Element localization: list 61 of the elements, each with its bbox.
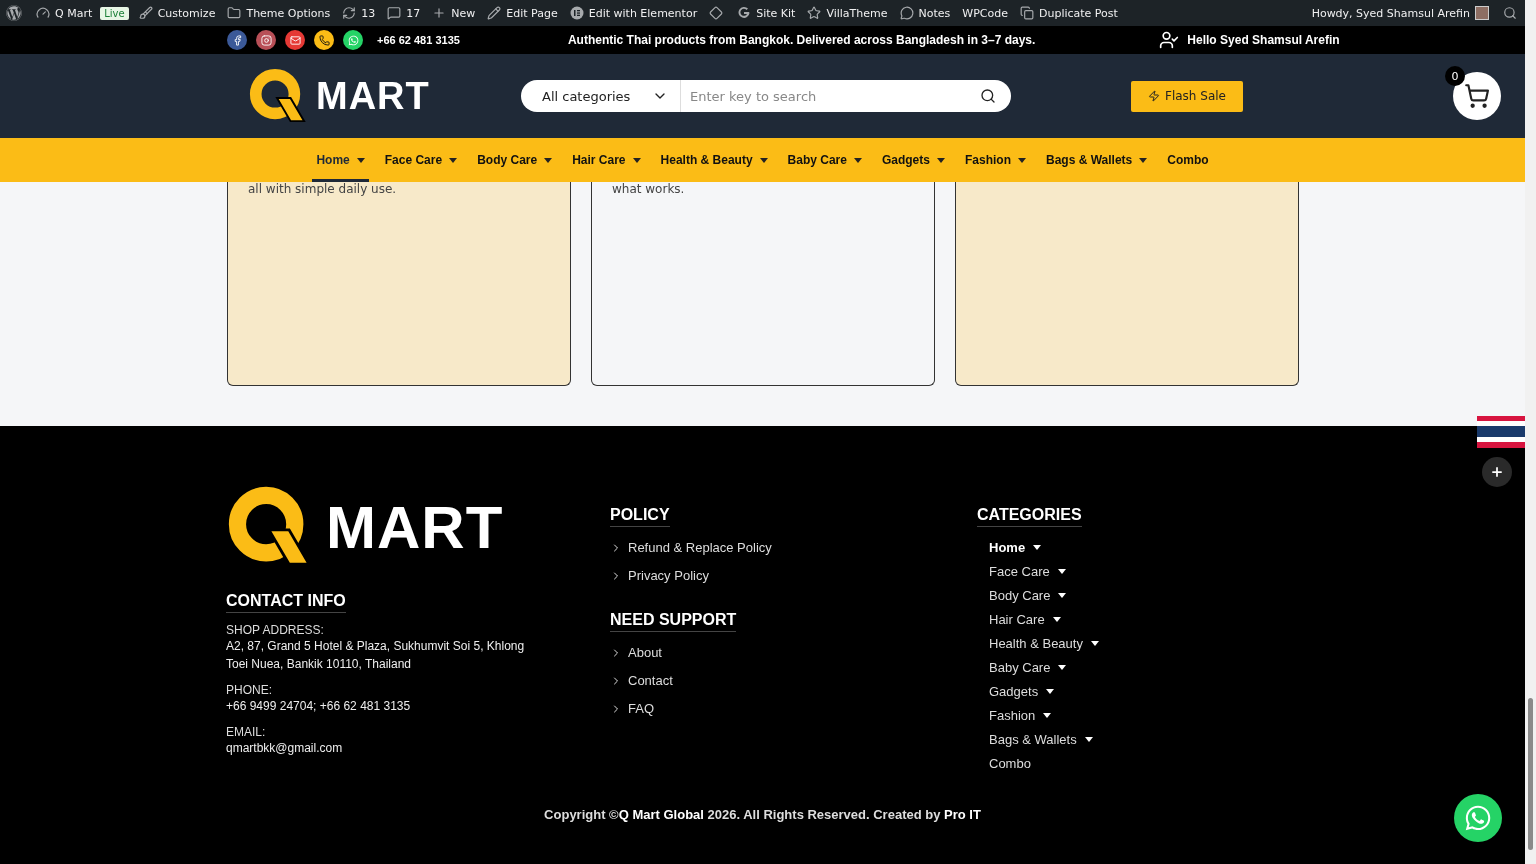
category-link[interactable]: Health & Beauty <box>977 631 1277 655</box>
category-link[interactable]: Bags & Wallets <box>977 727 1277 751</box>
admin-bar-item[interactable]: Edit with Elementor <box>569 6 698 20</box>
section-heading: POLICY <box>610 506 670 527</box>
nav-item[interactable]: Face Care <box>380 138 462 182</box>
contact-label: PHONE: <box>226 683 273 697</box>
category-link[interactable]: Body Care <box>977 583 1277 607</box>
nav-item[interactable]: Body Care <box>473 138 557 182</box>
category-link[interactable]: Home <box>977 535 1277 559</box>
contact-label: EMAIL: <box>226 725 267 739</box>
section-heading: CATEGORIES <box>977 506 1082 527</box>
admin-bar-item[interactable]: New <box>432 6 476 20</box>
contact-value: A2, 87, Grand 5 Hotel & Plaza, Sukhumvit Soi 5, Khlong Toei Nuea, Bankik 10110, Thailand <box>226 638 526 673</box>
live-badge: Live <box>100 6 129 20</box>
section-heading: CONTACT INFO <box>226 592 346 613</box>
footer-link[interactable]: About <box>610 645 977 660</box>
category-link[interactable]: Hair Care <box>977 607 1277 631</box>
category-link[interactable]: Face Care <box>977 559 1277 583</box>
copyright: Copyright ©Q Mart Global 2026. All Rights Reserved. Created by Pro IT <box>544 807 981 822</box>
admin-bar-item[interactable]: VillaTheme <box>807 6 888 20</box>
flash-sale-button[interactable]: Flash Sale <box>1131 80 1243 112</box>
nav-item[interactable]: Combo <box>1163 138 1213 182</box>
admin-bar-item[interactable]: 17 <box>387 6 421 20</box>
greeting: Hello Syed Shamsul Arefin <box>1187 33 1340 47</box>
footer-link[interactable]: FAQ <box>610 701 977 716</box>
footer-link[interactable]: Contact <box>610 673 977 688</box>
card-text: all with simple daily use. <box>248 182 398 196</box>
contact-label: SHOP ADDRESS: <box>226 623 325 637</box>
section-heading: NEED SUPPORT <box>610 611 737 632</box>
contact-value: +66 9499 24704; +66 62 481 3135 <box>226 698 412 715</box>
footer-link[interactable]: Refund & Replace Policy <box>610 540 977 555</box>
footer-link[interactable]: Privacy Policy <box>610 568 977 583</box>
category-link[interactable]: Fashion <box>977 703 1277 727</box>
admin-bar-item[interactable]: Q Mart <box>36 6 93 20</box>
cart-count: 0 <box>1445 66 1465 86</box>
admin-bar-item[interactable]: Edit Page <box>487 6 558 20</box>
account-menu[interactable]: Howdy, Syed Shamsul Arefin <box>1311 6 1489 20</box>
admin-bar-item[interactable]: Notes <box>899 6 951 20</box>
nav-item[interactable]: Baby Care <box>783 138 866 182</box>
admin-bar-item[interactable]: 13 <box>342 6 376 20</box>
logo-text: MART <box>326 492 504 562</box>
search-field[interactable]: All categories Enter key to search <box>521 80 1011 112</box>
admin-bar-item[interactable]: Theme Options <box>227 6 331 20</box>
announcement: Authentic Thai products from Bangkok. Delivered across Bangladesh in 3–7 days. <box>567 33 1036 47</box>
admin-bar-item[interactable]: Duplicate Post <box>1019 6 1118 20</box>
category-link[interactable]: Gadgets <box>977 679 1277 703</box>
nav-item[interactable]: Hair Care <box>568 138 645 182</box>
nav-item[interactable]: Gadgets <box>877 138 949 182</box>
admin-bar-item[interactable]: Site Kit <box>737 6 796 20</box>
admin-bar-item[interactable]: Customize <box>138 6 216 20</box>
logo-text: MART <box>316 74 430 118</box>
nav-item[interactable]: Fashion <box>960 138 1030 182</box>
category-link[interactable]: Baby Care <box>977 655 1277 679</box>
nav-item[interactable]: Health & Beauty <box>656 138 772 182</box>
category-select[interactable]: All categories <box>521 80 681 112</box>
card-text: what works. <box>612 182 686 196</box>
contact-value: qmartbkk@gmail.com <box>226 740 344 757</box>
nav-item[interactable]: Bags & Wallets <box>1042 138 1152 182</box>
category-link[interactable]: Combo <box>977 751 1277 775</box>
admin-bar-item[interactable]: WPCode <box>962 6 1008 20</box>
phone-number: +66 62 481 3135 <box>377 34 460 46</box>
